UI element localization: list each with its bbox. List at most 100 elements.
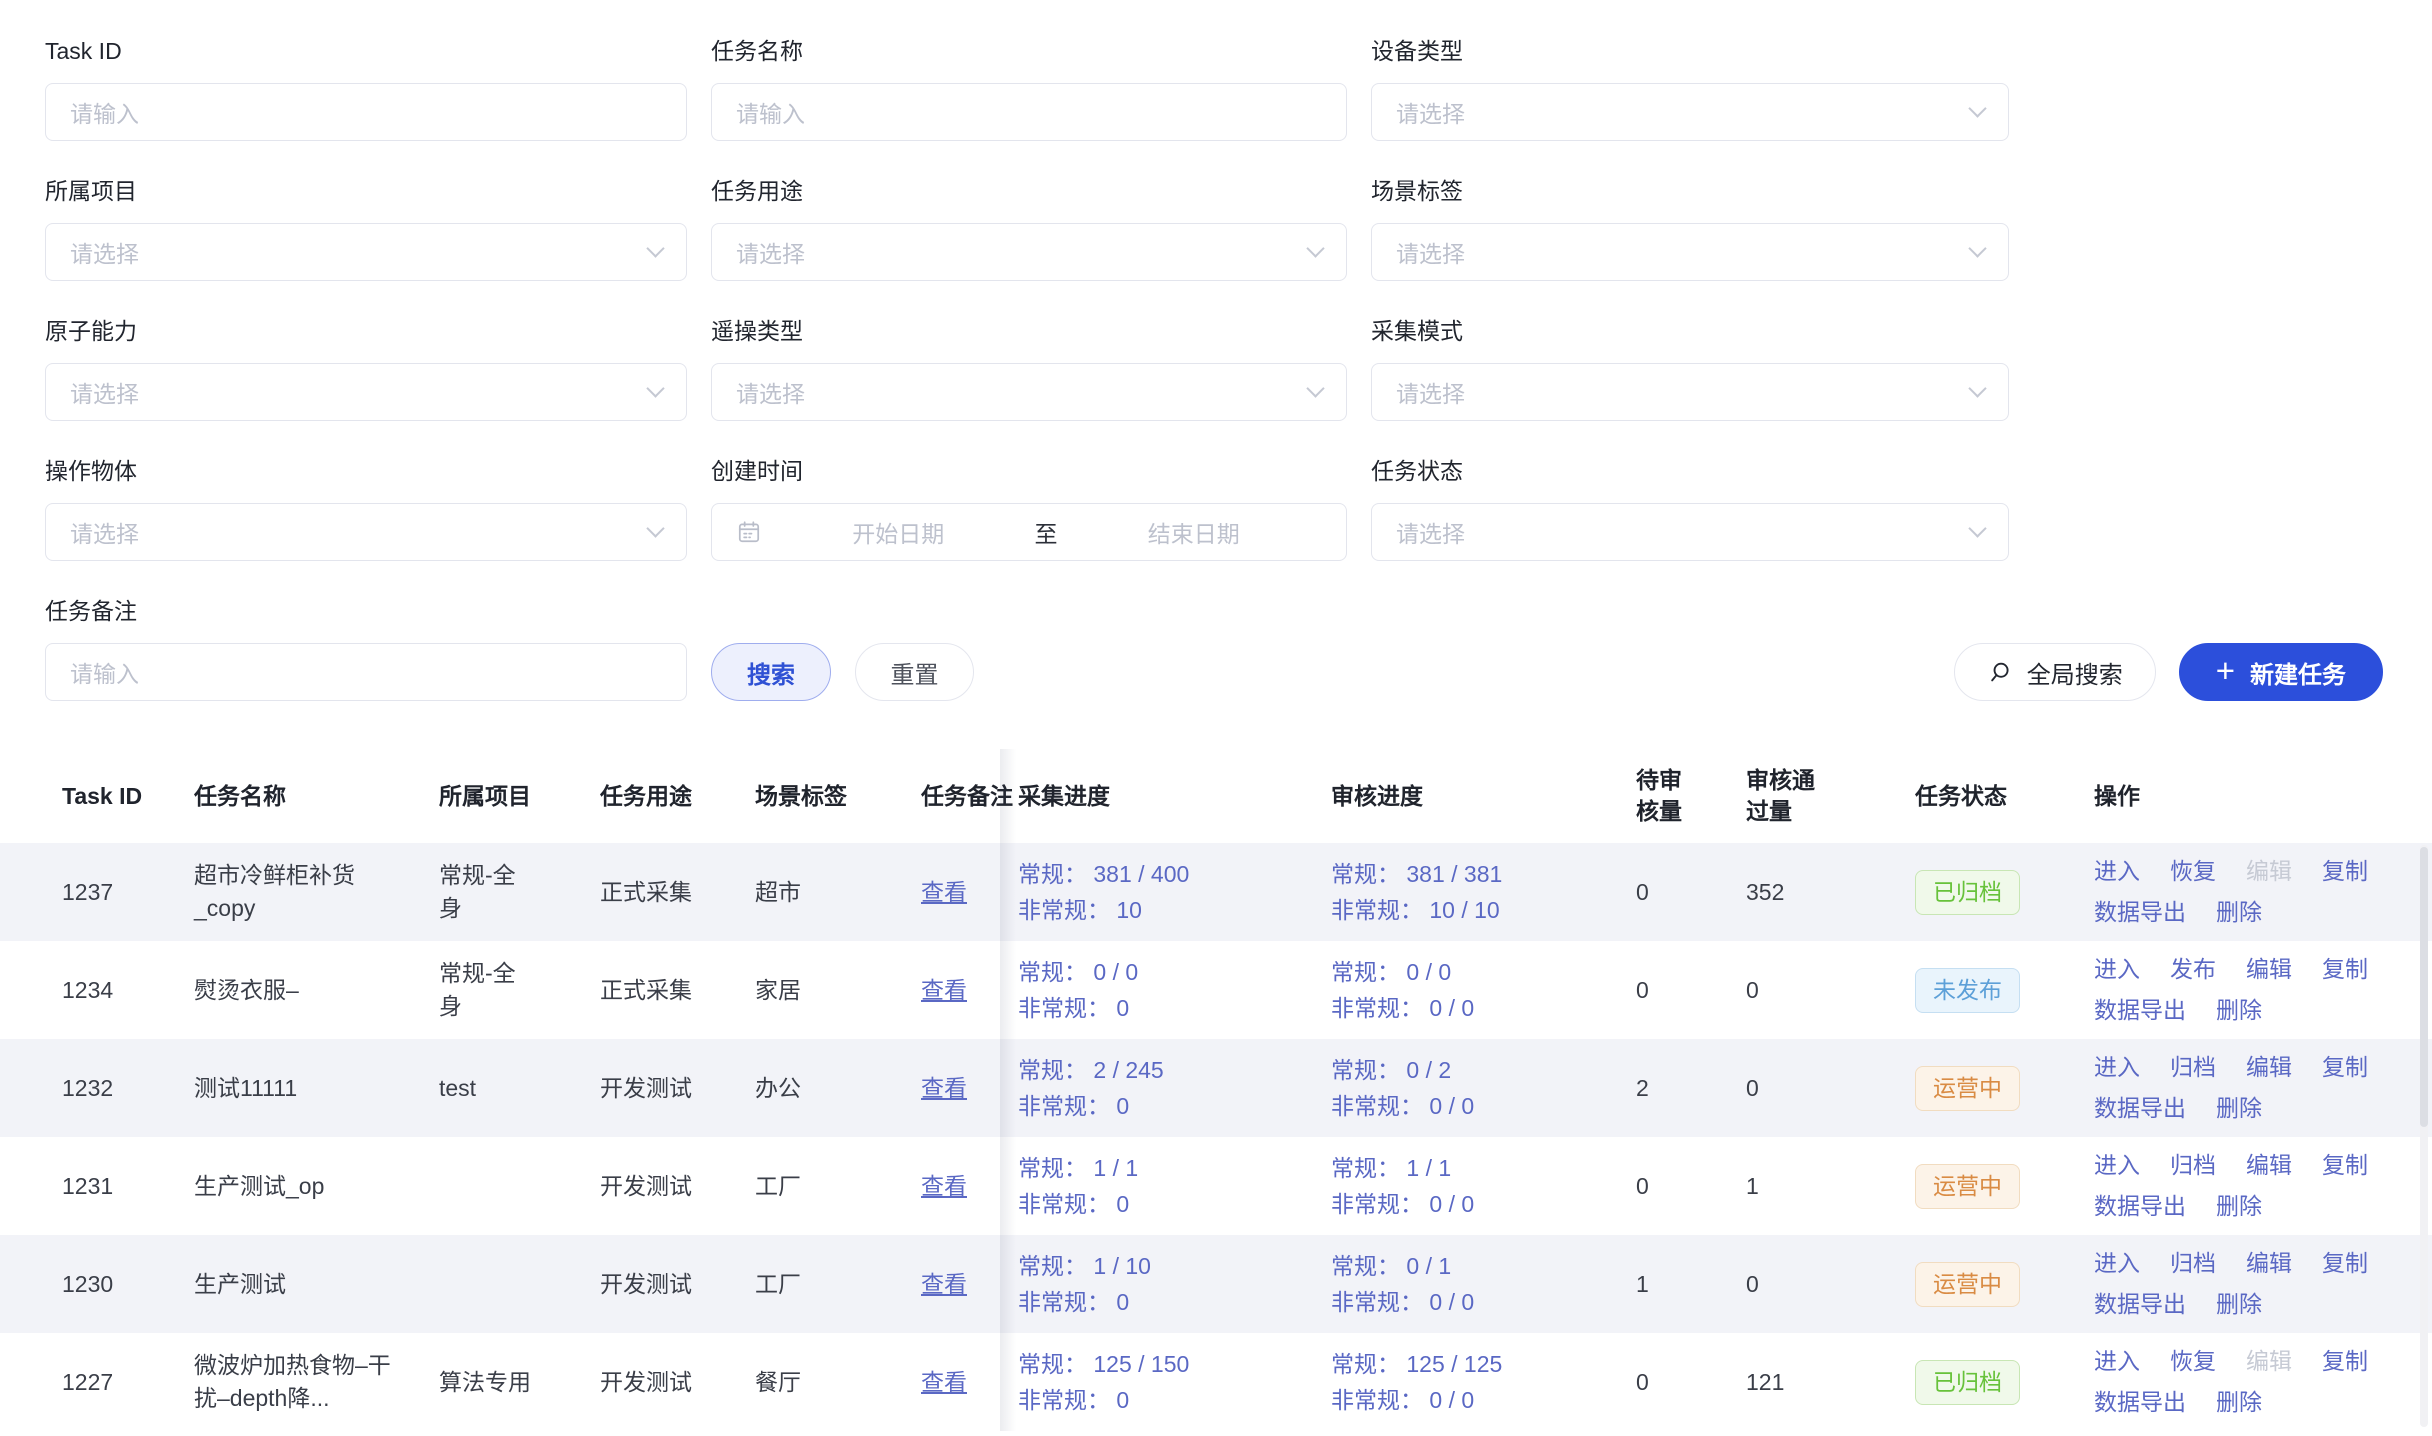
action-copy-link[interactable]: 复制 (2322, 1052, 2368, 1083)
cell-status: 运营中 (1915, 1262, 2094, 1307)
cell-purpose: 正式采集 (600, 974, 755, 1007)
field-label: 创建时间 (711, 456, 1347, 486)
collect-mode-select[interactable]: 请选择 (1371, 363, 2009, 421)
cell-task-id: 1237 (0, 876, 194, 909)
action-restore-link[interactable]: 恢复 (2170, 856, 2216, 887)
action-delete-link[interactable]: 删除 (2216, 1387, 2262, 1418)
cell-purpose: 正式采集 (600, 876, 755, 909)
search-button[interactable]: 搜索 (711, 643, 831, 701)
action-enter-link[interactable]: 进入 (2094, 1248, 2140, 1279)
input-placeholder: 请输入 (736, 95, 1322, 129)
action-enter-link[interactable]: 进入 (2094, 1150, 2140, 1181)
review-irregular-line: 非常规： 0 / 0 (1331, 1186, 1608, 1222)
cell-task-id: 1230 (0, 1268, 194, 1301)
review-regular-line: 常规： 0 / 2 (1331, 1052, 1608, 1088)
cell-task-name: 微波炉加热食物–干扰–depth降... (194, 1349, 439, 1415)
view-remark-link[interactable]: 查看 (921, 1075, 967, 1101)
action-publish-link[interactable]: 发布 (2170, 954, 2216, 985)
action-delete-link[interactable]: 删除 (2216, 1191, 2262, 1222)
review-regular-line: 常规： 125 / 125 (1331, 1346, 1608, 1382)
action-delete-link[interactable]: 删除 (2216, 1289, 2262, 1320)
view-remark-link[interactable]: 查看 (921, 1271, 967, 1297)
task-purpose-select[interactable]: 请选择 (711, 223, 1347, 281)
end-date-placeholder[interactable]: 结束日期 (1066, 515, 1323, 549)
action-copy-link[interactable]: 复制 (2322, 1248, 2368, 1279)
action-export-link[interactable]: 数据导出 (2094, 1093, 2186, 1124)
cell-project: 算法专用 (439, 1366, 600, 1399)
new-task-button[interactable]: + 新建任务 (2179, 643, 2383, 701)
task-status-select[interactable]: 请选择 (1371, 503, 2009, 561)
device-type-select[interactable]: 请选择 (1371, 83, 2009, 141)
view-remark-link[interactable]: 查看 (921, 1369, 967, 1395)
action-copy-link[interactable]: 复制 (2322, 856, 2368, 887)
collect-irregular-line: 非常规： 0 (1018, 1382, 1303, 1418)
operate-object-select[interactable]: 请选择 (45, 503, 687, 561)
cell-scene: 工厂 (755, 1170, 921, 1203)
action-enter-link[interactable]: 进入 (2094, 1346, 2140, 1377)
action-enter-link[interactable]: 进入 (2094, 856, 2140, 887)
action-copy-link[interactable]: 复制 (2322, 1150, 2368, 1181)
action-enter-link[interactable]: 进入 (2094, 954, 2140, 985)
action-delete-link[interactable]: 删除 (2216, 1093, 2262, 1124)
action-delete-link[interactable]: 删除 (2216, 897, 2262, 928)
table-scrollbar[interactable] (2420, 845, 2428, 1427)
reset-button[interactable]: 重置 (855, 643, 974, 701)
action-edit-link[interactable]: 编辑 (2246, 1248, 2292, 1279)
collect-irregular-line: 非常规： 10 (1018, 892, 1303, 928)
select-placeholder: 请选择 (1396, 95, 1971, 129)
chevron-down-icon (1968, 99, 1986, 117)
cell-actions: 进入恢复编辑复制数据导出删除 (2094, 856, 2432, 928)
cell-scene: 家居 (755, 974, 921, 1007)
view-remark-link[interactable]: 查看 (921, 977, 967, 1003)
cell-pending-count: 1 (1636, 1268, 1746, 1301)
action-archive-link[interactable]: 归档 (2170, 1150, 2216, 1181)
review-irregular-line: 非常规： 0 / 0 (1331, 1382, 1608, 1418)
select-placeholder: 请选择 (736, 235, 1309, 269)
action-export-link[interactable]: 数据导出 (2094, 1387, 2186, 1418)
chevron-down-icon (1306, 239, 1324, 257)
field-label: 原子能力 (45, 316, 687, 346)
view-remark-link[interactable]: 查看 (921, 879, 967, 905)
select-placeholder: 请选择 (1396, 515, 1971, 549)
cell-passed-count: 0 (1746, 1072, 1915, 1105)
project-select[interactable]: 请选择 (45, 223, 687, 281)
field-label: 任务备注 (45, 596, 687, 626)
action-export-link[interactable]: 数据导出 (2094, 1289, 2186, 1320)
chevron-down-icon (646, 519, 664, 537)
teleop-type-select[interactable]: 请选择 (711, 363, 1347, 421)
action-export-link[interactable]: 数据导出 (2094, 897, 2186, 928)
task-name-input[interactable]: 请输入 (711, 83, 1347, 141)
action-archive-link[interactable]: 归档 (2170, 1248, 2216, 1279)
action-copy-link[interactable]: 复制 (2322, 1346, 2368, 1377)
action-export-link[interactable]: 数据导出 (2094, 995, 2186, 1026)
task-id-input[interactable]: 请输入 (45, 83, 687, 141)
scrollbar-thumb[interactable] (2420, 847, 2428, 1127)
cell-pending-count: 0 (1636, 974, 1746, 1007)
action-delete-link[interactable]: 删除 (2216, 995, 2262, 1026)
action-edit-link[interactable]: 编辑 (2246, 1052, 2292, 1083)
action-edit-link[interactable]: 编辑 (2246, 1150, 2292, 1181)
collect-regular-line: 常规： 381 / 400 (1018, 856, 1303, 892)
collect-irregular-line: 非常规： 0 (1018, 1284, 1303, 1320)
action-edit-link[interactable]: 编辑 (2246, 954, 2292, 985)
action-archive-link[interactable]: 归档 (2170, 1052, 2216, 1083)
cell-pending-count: 0 (1636, 876, 1746, 909)
action-export-link[interactable]: 数据导出 (2094, 1191, 2186, 1222)
field-label: 遥操类型 (711, 316, 1347, 346)
start-date-placeholder[interactable]: 开始日期 (770, 515, 1027, 549)
action-restore-link[interactable]: 恢复 (2170, 1346, 2216, 1377)
global-search-button[interactable]: 全局搜索 (1954, 643, 2156, 701)
action-copy-link[interactable]: 复制 (2322, 954, 2368, 985)
cell-collect-progress: 常规： 1 / 10 非常规： 0 (1018, 1248, 1331, 1320)
scene-tag-select[interactable]: 请选择 (1371, 223, 2009, 281)
atomic-ability-select[interactable]: 请选择 (45, 363, 687, 421)
view-remark-link[interactable]: 查看 (921, 1173, 967, 1199)
column-header-task-remark: 任务备注 (921, 781, 1018, 812)
action-enter-link[interactable]: 进入 (2094, 1052, 2140, 1083)
status-badge: 已归档 (1915, 870, 2020, 915)
cell-pending-count: 0 (1636, 1366, 1746, 1399)
create-time-range-input[interactable]: 开始日期 至 结束日期 (711, 503, 1347, 561)
cell-collect-progress: 常规： 125 / 150 非常规： 0 (1018, 1346, 1331, 1418)
cell-passed-count: 121 (1746, 1366, 1915, 1399)
task-remark-input[interactable]: 请输入 (45, 643, 687, 701)
